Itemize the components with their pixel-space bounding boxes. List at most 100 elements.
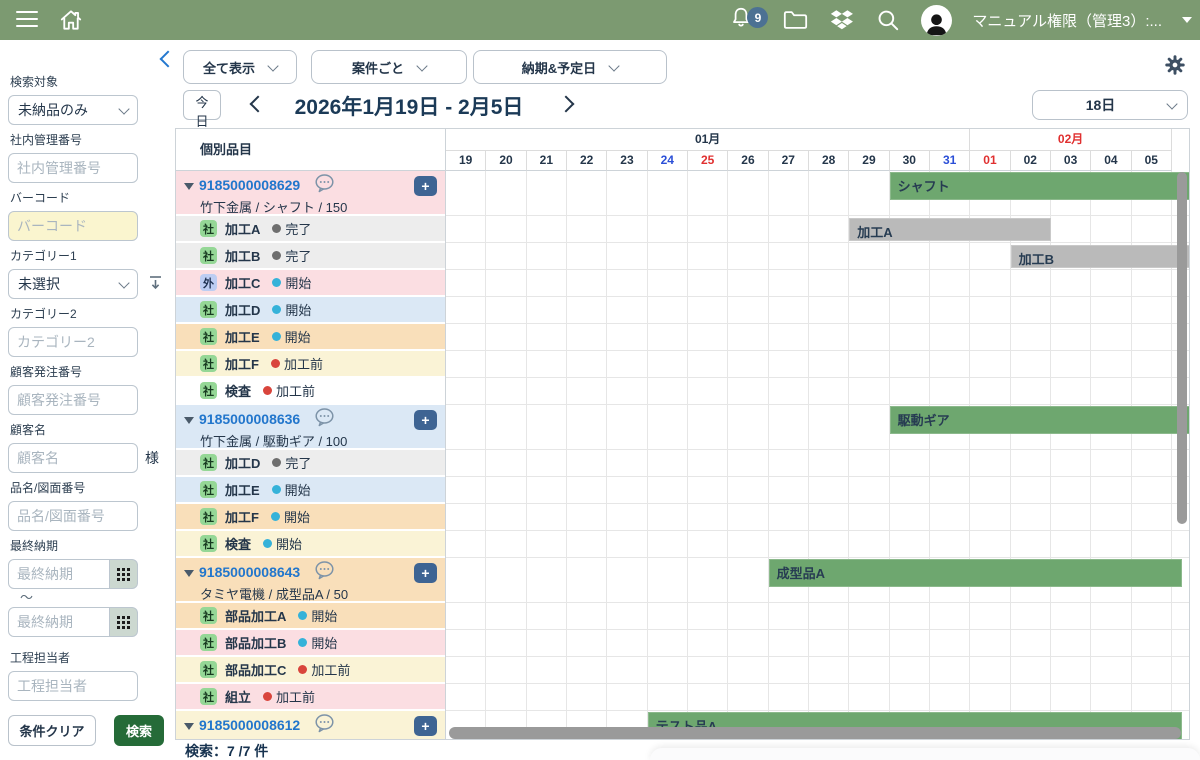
process-row[interactable]: 社加工D開始 — [176, 297, 445, 324]
process-row[interactable]: 社部品加工B開始 — [176, 630, 445, 657]
search-icon[interactable] — [875, 7, 901, 33]
display-filter[interactable]: 全て表示 — [183, 50, 297, 84]
app-root: 9 マニュアル権限（管理3）:... 検索対象未納品のみ社内管理番号バーコードカ… — [0, 0, 1200, 760]
gantt-bar-シャフト[interactable]: シャフト — [890, 172, 1189, 200]
gantt-bar-駆動ギア[interactable]: 駆動ギア — [890, 406, 1189, 434]
process-badge: 社 — [200, 301, 217, 318]
home-icon[interactable] — [58, 7, 84, 33]
calendar-picker-icon[interactable] — [110, 559, 138, 589]
customer-order-number-input[interactable] — [8, 385, 138, 415]
search-button[interactable]: 検索 — [114, 715, 164, 746]
group-id-link[interactable]: 9185000008612 — [199, 717, 300, 733]
clear-conditions-button[interactable]: 条件クリア — [8, 715, 96, 746]
process-owner-input[interactable] — [8, 671, 138, 701]
group-id-link[interactable]: 9185000008629 — [199, 177, 300, 193]
process-row[interactable]: 社加工E開始 — [176, 477, 445, 504]
process-row[interactable]: 社検査開始 — [176, 531, 445, 558]
grid-row — [446, 216, 1189, 243]
gantt-bar-加工B[interactable]: 加工B — [1011, 245, 1189, 268]
dropbox-icon[interactable] — [829, 8, 855, 32]
day-label: 29 — [849, 151, 889, 171]
barcode-input[interactable] — [8, 211, 138, 241]
comment-bubble-icon[interactable] — [314, 408, 335, 432]
zoom-scale-select[interactable]: 18日 — [1032, 90, 1188, 120]
process-row[interactable]: 社加工F加工前 — [176, 351, 445, 378]
add-process-button[interactable]: + — [414, 716, 437, 736]
add-process-button[interactable]: + — [414, 563, 437, 583]
search-target-value: 未納品のみ — [18, 100, 88, 120]
category1-select[interactable]: 未選択 — [8, 269, 138, 299]
process-row[interactable]: 社加工B完了 — [176, 243, 445, 270]
day-label: 30 — [890, 151, 930, 171]
status-dot-icon — [272, 458, 281, 467]
user-avatar[interactable] — [921, 5, 952, 36]
vertical-scrollbar[interactable] — [1177, 172, 1187, 524]
today-button[interactable]: 今日 — [183, 90, 221, 120]
customer-name-input[interactable] — [8, 443, 138, 473]
process-badge: 社 — [200, 508, 217, 525]
process-badge: 社 — [200, 328, 217, 345]
notifications-bell-icon[interactable]: 9 — [728, 5, 762, 35]
process-row[interactable]: 外加工C開始 — [176, 270, 445, 297]
process-row[interactable]: 社検査加工前 — [176, 378, 445, 405]
hamburger-menu-icon[interactable] — [16, 11, 38, 32]
process-badge: 社 — [200, 382, 217, 399]
item-drawing-number-input[interactable] — [8, 501, 138, 531]
add-process-button[interactable]: + — [414, 176, 437, 196]
user-menu-caret-icon[interactable] — [1182, 17, 1192, 23]
process-row[interactable]: 社加工F開始 — [176, 504, 445, 531]
comment-bubble-icon[interactable] — [314, 714, 335, 738]
process-badge: 社 — [200, 535, 217, 552]
filter-clear-icon[interactable] — [148, 275, 166, 293]
next-period-icon[interactable] — [558, 96, 575, 113]
category1-value: 未選択 — [18, 274, 60, 294]
collapse-triangle-icon[interactable] — [184, 183, 194, 190]
search-target-select[interactable]: 未納品のみ — [8, 95, 138, 125]
field-label-item-drawing-number: 品名/図面番号 — [10, 481, 160, 496]
gantt-bar-成型品A[interactable]: 成型品A — [769, 559, 1182, 587]
group-subtitle: 竹下金属 / シャフト / 150 — [200, 197, 437, 216]
comment-bubble-icon[interactable] — [314, 174, 335, 198]
horizontal-scrollbar[interactable] — [449, 727, 1181, 739]
add-process-button[interactable]: + — [414, 410, 437, 430]
process-badge: 外 — [200, 274, 217, 291]
group-id-link[interactable]: 9185000008636 — [199, 411, 300, 427]
internal-number-input[interactable] — [8, 153, 138, 183]
grid-row — [446, 630, 1189, 657]
process-row[interactable]: 社加工E開始 — [176, 324, 445, 351]
comment-bubble-icon[interactable] — [314, 561, 335, 585]
process-row[interactable]: 社部品加工C加工前 — [176, 657, 445, 684]
grouping-filter[interactable]: 案件ごと — [311, 50, 467, 84]
process-status: 加工前 — [284, 354, 323, 373]
process-row[interactable]: 社部品加工A開始 — [176, 603, 445, 630]
final-due-date-input-2[interactable] — [8, 607, 110, 637]
process-name: 加工B — [225, 246, 260, 265]
chevron-down-icon — [1166, 98, 1177, 109]
process-row[interactable]: 社加工D完了 — [176, 450, 445, 477]
field-label-category2: カテゴリー2 — [10, 307, 160, 322]
grid-row — [446, 603, 1189, 630]
process-name: 加工E — [225, 327, 260, 346]
item-list-panel: 個別品目 9185000008629+竹下金属 / シャフト / 150社加工A… — [176, 129, 446, 739]
date-type-filter[interactable]: 納期&予定日 — [473, 50, 667, 84]
final-due-date-input-1[interactable] — [8, 559, 110, 589]
grid-column-line — [526, 171, 527, 739]
process-name: 部品加工B — [225, 633, 286, 652]
folder-icon[interactable] — [782, 8, 809, 32]
group-id-link[interactable]: 9185000008643 — [199, 564, 300, 580]
process-row[interactable]: 社組立加工前 — [176, 684, 445, 711]
process-badge: 社 — [200, 607, 217, 624]
gantt-bar-加工A[interactable]: 加工A — [849, 218, 1051, 241]
zoom-scale-value: 18日 — [1033, 95, 1168, 115]
settings-gear-icon[interactable] — [1164, 54, 1186, 76]
collapse-triangle-icon[interactable] — [184, 723, 194, 730]
prev-period-icon[interactable] — [250, 96, 267, 113]
collapse-triangle-icon[interactable] — [184, 417, 194, 424]
category2-input[interactable] — [8, 327, 138, 357]
calendar-picker-icon[interactable] — [110, 607, 138, 637]
status-dot-icon — [272, 278, 281, 287]
collapse-triangle-icon[interactable] — [184, 570, 194, 577]
grid-row — [446, 657, 1189, 684]
process-status: 開始 — [285, 273, 311, 292]
process-row[interactable]: 社加工A完了 — [176, 216, 445, 243]
